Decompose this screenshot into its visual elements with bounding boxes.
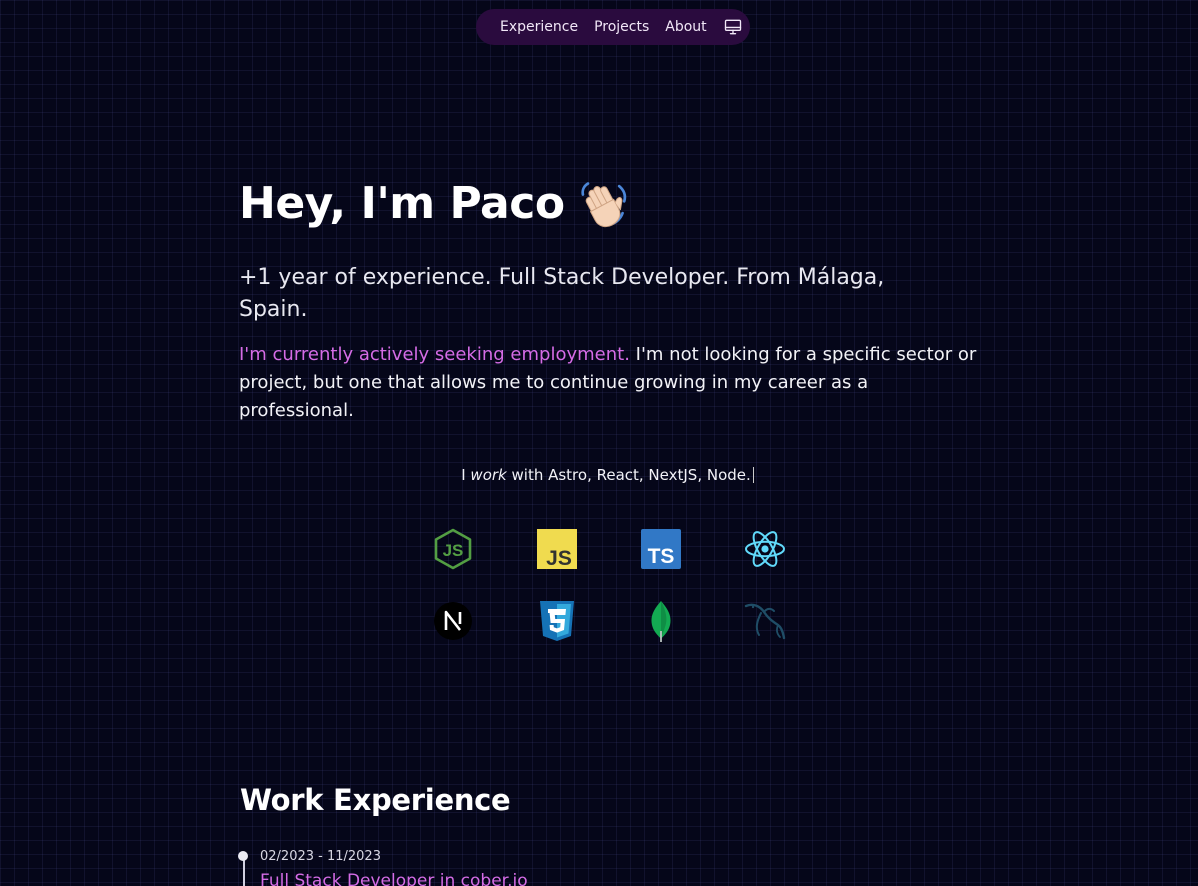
timeline-line bbox=[243, 858, 245, 886]
top-nav: Experience Projects About bbox=[476, 9, 750, 45]
nav-about-link[interactable]: About bbox=[665, 19, 706, 35]
svg-text:JS: JS bbox=[443, 541, 464, 560]
hero-title-text: Hey, I'm Paco bbox=[239, 177, 565, 229]
waving-hand-icon bbox=[580, 182, 626, 228]
work-with-suffix: with Astro, React, NextJS, Node. bbox=[506, 466, 751, 484]
nav-experience-link[interactable]: Experience bbox=[500, 19, 578, 35]
hero-intro: I'm currently actively seeking employmen… bbox=[239, 341, 979, 425]
css3-icon bbox=[540, 601, 574, 641]
work-with-verb: work bbox=[470, 466, 507, 484]
svg-text:TS: TS bbox=[648, 545, 675, 568]
svg-text:JS: JS bbox=[546, 547, 572, 570]
react-icon bbox=[745, 531, 785, 567]
nextjs-icon bbox=[434, 602, 472, 640]
mongodb-icon bbox=[651, 601, 671, 642]
job-title-link[interactable]: Full Stack Developer in cober.io bbox=[260, 871, 528, 886]
work-experience-heading: Work Experience bbox=[240, 783, 511, 817]
nodejs-icon: JS bbox=[434, 528, 472, 570]
timeline-dot bbox=[238, 851, 248, 861]
hero-title: Hey, I'm Paco bbox=[239, 176, 631, 230]
job-date: 02/2023 - 11/2023 bbox=[260, 849, 381, 864]
javascript-icon: JS bbox=[537, 529, 577, 570]
tech-stack-line: I work with Astro, React, NextJS, Node. bbox=[0, 466, 1198, 484]
typescript-icon: TS bbox=[641, 529, 681, 569]
seeking-employment-highlight: I'm currently actively seeking employmen… bbox=[239, 344, 630, 365]
hero-subtitle: +1 year of experience. Full Stack Develo… bbox=[239, 265, 885, 322]
typing-cursor bbox=[752, 467, 754, 483]
monitor-icon[interactable] bbox=[723, 17, 743, 37]
nav-projects-link[interactable]: Projects bbox=[594, 19, 649, 35]
mysql-icon bbox=[744, 603, 786, 640]
